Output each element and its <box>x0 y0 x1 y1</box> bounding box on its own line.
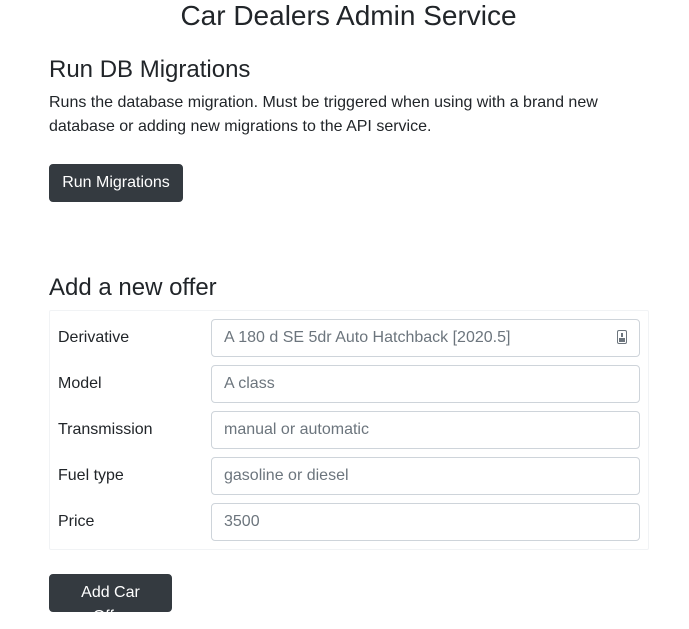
model-label: Model <box>58 375 102 392</box>
offer-section-title: Add a new offer <box>49 274 217 301</box>
form-row-transmission: Transmission <box>50 411 648 449</box>
add-offer-form: Derivative Model Transmission Fuel type … <box>49 310 649 550</box>
fuel-type-input[interactable] <box>211 457 640 495</box>
autofill-contact-card-icon[interactable] <box>617 330 627 344</box>
form-row-derivative: Derivative <box>50 319 648 357</box>
derivative-label: Derivative <box>58 329 130 346</box>
form-row-price: Price <box>50 503 648 541</box>
migrations-section-title: Run DB Migrations <box>49 56 251 83</box>
price-input[interactable] <box>211 503 640 541</box>
derivative-input[interactable] <box>211 319 640 357</box>
form-row-fuel-type: Fuel type <box>50 457 648 495</box>
model-input[interactable] <box>211 365 640 403</box>
page-title: Car Dealers Admin Service <box>180 0 517 31</box>
add-car-offer-button[interactable]: Add Car Offer <box>49 574 172 625</box>
run-migrations-button[interactable]: Run Migrations <box>49 164 183 202</box>
transmission-input[interactable] <box>211 411 640 449</box>
transmission-label: Transmission <box>58 421 153 438</box>
migrations-description: Runs the database migration. Must be tri… <box>49 94 598 135</box>
form-row-model: Model <box>50 365 648 403</box>
fuel-type-label: Fuel type <box>58 467 124 484</box>
price-label: Price <box>58 513 95 530</box>
